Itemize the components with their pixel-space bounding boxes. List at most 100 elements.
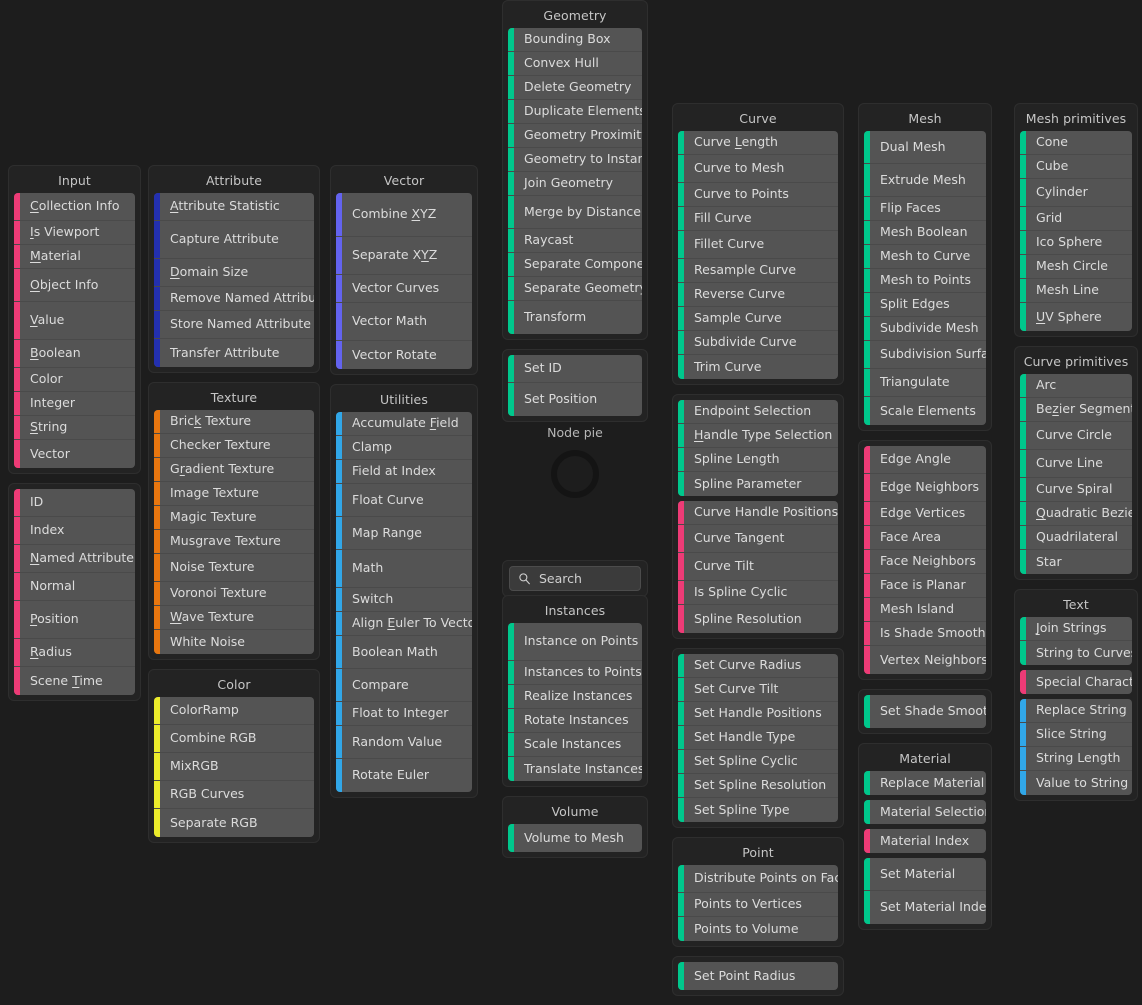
menu-item-curve-spiral[interactable]: Curve Spiral (1020, 478, 1132, 502)
menu-item-curve-handle-positions[interactable]: Curve Handle Positions (678, 501, 838, 525)
menu-item-rotate-instances[interactable]: Rotate Instances (508, 709, 642, 733)
menu-item-map-range[interactable]: Map Range (336, 517, 472, 550)
menu-item-colorramp[interactable]: ColorRamp (154, 697, 314, 725)
menu-item-fillet-curve[interactable]: Fillet Curve (678, 231, 838, 259)
menu-item-transform[interactable]: Transform (508, 301, 642, 334)
menu-item-named-attribute[interactable]: Named Attribute (14, 545, 135, 573)
menu-item-set-material[interactable]: Set Material (864, 858, 986, 891)
menu-item-distribute-points-on-faces[interactable]: Distribute Points on Faces (678, 865, 838, 893)
menu-item-raycast[interactable]: Raycast (508, 229, 642, 253)
menu-item-wave-texture[interactable]: Wave Texture (154, 606, 314, 630)
menu-item-separate-components[interactable]: Separate Components (508, 253, 642, 277)
menu-item-triangulate[interactable]: Triangulate (864, 369, 986, 397)
menu-item-field-at-index[interactable]: Field at Index (336, 460, 472, 484)
menu-item-points-to-volume[interactable]: Points to Volume (678, 917, 838, 941)
menu-item-join-strings[interactable]: Join Strings (1020, 617, 1132, 641)
menu-item-float-curve[interactable]: Float Curve (336, 484, 472, 517)
menu-item-dual-mesh[interactable]: Dual Mesh (864, 131, 986, 164)
menu-item-white-noise[interactable]: White Noise (154, 630, 314, 654)
menu-item-duplicate-elements[interactable]: Duplicate Elements (508, 100, 642, 124)
menu-item-collection-info[interactable]: Collection Info (14, 193, 135, 221)
menu-item-mesh-circle[interactable]: Mesh Circle (1020, 255, 1132, 279)
menu-item-curve-to-points[interactable]: Curve to Points (678, 183, 838, 207)
menu-item-combine-xyz[interactable]: Combine XYZ (336, 193, 472, 237)
menu-item-set-handle-positions[interactable]: Set Handle Positions (678, 702, 838, 726)
menu-item-separate-geometry[interactable]: Separate Geometry (508, 277, 642, 301)
menu-item-rgb-curves[interactable]: RGB Curves (154, 781, 314, 809)
menu-item-object-info[interactable]: Object Info (14, 269, 135, 302)
menu-item-accumulate-field[interactable]: Accumulate Field (336, 412, 472, 436)
menu-item-value-to-string[interactable]: Value to String (1020, 771, 1132, 795)
menu-item-set-id[interactable]: Set ID (508, 355, 642, 383)
menu-item-ico-sphere[interactable]: Ico Sphere (1020, 231, 1132, 255)
menu-item-is-spline-cyclic[interactable]: Is Spline Cyclic (678, 581, 838, 605)
menu-item-string-length[interactable]: String Length (1020, 747, 1132, 771)
menu-item-curve-length[interactable]: Curve Length (678, 131, 838, 155)
menu-item-merge-by-distance[interactable]: Merge by Distance (508, 196, 642, 229)
menu-item-fill-curve[interactable]: Fill Curve (678, 207, 838, 231)
menu-item-reverse-curve[interactable]: Reverse Curve (678, 283, 838, 307)
menu-item-string-to-curves[interactable]: String to Curves (1020, 641, 1132, 665)
menu-item-magic-texture[interactable]: Magic Texture (154, 506, 314, 530)
menu-item-mesh-boolean[interactable]: Mesh Boolean (864, 221, 986, 245)
menu-item-join-geometry[interactable]: Join Geometry (508, 172, 642, 196)
menu-item-cylinder[interactable]: Cylinder (1020, 179, 1132, 207)
menu-item-math[interactable]: Math (336, 550, 472, 588)
menu-item-curve-to-mesh[interactable]: Curve to Mesh (678, 155, 838, 183)
menu-item-index[interactable]: Index (14, 517, 135, 545)
menu-item-curve-tilt[interactable]: Curve Tilt (678, 553, 838, 581)
menu-item-star[interactable]: Star (1020, 550, 1132, 574)
menu-item-boolean[interactable]: Boolean (14, 340, 135, 368)
menu-item-flip-faces[interactable]: Flip Faces (864, 197, 986, 221)
menu-item-arc[interactable]: Arc (1020, 374, 1132, 398)
menu-item-set-position[interactable]: Set Position (508, 383, 642, 416)
node-pie-ring[interactable] (551, 450, 599, 498)
menu-item-edge-angle[interactable]: Edge Angle (864, 446, 986, 474)
menu-item-curve-circle[interactable]: Curve Circle (1020, 422, 1132, 450)
menu-item-position[interactable]: Position (14, 601, 135, 639)
menu-item-align-euler-to-vector[interactable]: Align Euler To Vector (336, 612, 472, 636)
menu-item-set-spline-type[interactable]: Set Spline Type (678, 798, 838, 822)
menu-item-random-value[interactable]: Random Value (336, 726, 472, 759)
menu-item-resample-curve[interactable]: Resample Curve (678, 259, 838, 283)
menu-item-vector[interactable]: Vector (14, 440, 135, 468)
menu-item-volume-to-mesh[interactable]: Volume to Mesh (508, 824, 642, 852)
menu-item-split-edges[interactable]: Split Edges (864, 293, 986, 317)
menu-item-clamp[interactable]: Clamp (336, 436, 472, 460)
menu-item-curve-line[interactable]: Curve Line (1020, 450, 1132, 478)
menu-item-image-texture[interactable]: Image Texture (154, 482, 314, 506)
menu-item-slice-string[interactable]: Slice String (1020, 723, 1132, 747)
menu-item-set-shade-smooth[interactable]: Set Shade Smooth (864, 695, 986, 728)
menu-item-vector-rotate[interactable]: Vector Rotate (336, 341, 472, 369)
menu-item-convex-hull[interactable]: Convex Hull (508, 52, 642, 76)
menu-item-material-index[interactable]: Material Index (864, 829, 986, 853)
menu-item-cube[interactable]: Cube (1020, 155, 1132, 179)
menu-item-sample-curve[interactable]: Sample Curve (678, 307, 838, 331)
menu-item-endpoint-selection[interactable]: Endpoint Selection (678, 400, 838, 424)
menu-item-vector-curves[interactable]: Vector Curves (336, 275, 472, 303)
menu-item-id[interactable]: ID (14, 489, 135, 517)
menu-item-musgrave-texture[interactable]: Musgrave Texture (154, 530, 314, 554)
menu-item-geometry-to-instance[interactable]: Geometry to Instance (508, 148, 642, 172)
menu-item-transfer-attribute[interactable]: Transfer Attribute (154, 339, 314, 367)
menu-item-is-shade-smooth[interactable]: Is Shade Smooth (864, 622, 986, 646)
menu-item-instance-on-points[interactable]: Instance on Points (508, 623, 642, 661)
menu-item-store-named-attribute[interactable]: Store Named Attribute (154, 311, 314, 339)
menu-item-points-to-vertices[interactable]: Points to Vertices (678, 893, 838, 917)
menu-item-subdivision-surface[interactable]: Subdivision Surface (864, 341, 986, 369)
menu-item-spline-length[interactable]: Spline Length (678, 448, 838, 472)
menu-item-bezier-segment[interactable]: Bezier Segment (1020, 398, 1132, 422)
menu-item-separate-xyz[interactable]: Separate XYZ (336, 237, 472, 275)
menu-item-mesh-island[interactable]: Mesh Island (864, 598, 986, 622)
menu-item-boolean-math[interactable]: Boolean Math (336, 636, 472, 669)
menu-item-replace-string[interactable]: Replace String (1020, 699, 1132, 723)
menu-item-set-spline-resolution[interactable]: Set Spline Resolution (678, 774, 838, 798)
menu-item-mesh-to-curve[interactable]: Mesh to Curve (864, 245, 986, 269)
menu-item-set-material-index[interactable]: Set Material Index (864, 891, 986, 924)
menu-item-vertex-neighbors[interactable]: Vertex Neighbors (864, 646, 986, 674)
menu-item-realize-instances[interactable]: Realize Instances (508, 685, 642, 709)
menu-item-separate-rgb[interactable]: Separate RGB (154, 809, 314, 837)
menu-item-extrude-mesh[interactable]: Extrude Mesh (864, 164, 986, 197)
menu-item-set-point-radius[interactable]: Set Point Radius (678, 962, 838, 990)
menu-item-radius[interactable]: Radius (14, 639, 135, 667)
